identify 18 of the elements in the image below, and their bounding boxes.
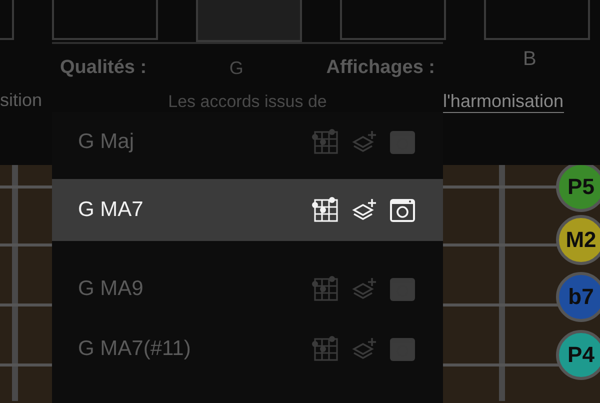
description-text: Les accords issus de (168, 92, 327, 112)
qualities-heading: Qualités : (60, 57, 147, 79)
description-text: sition (0, 90, 42, 111)
note-label: B (523, 48, 536, 71)
chord-tab[interactable] (52, 0, 158, 40)
layers-plus-icon[interactable] (352, 198, 378, 222)
interval-marker: b7 (556, 272, 600, 322)
displays-heading: Affichages : (326, 57, 435, 79)
chord-tab[interactable] (196, 0, 302, 42)
chord-tab[interactable] (484, 0, 590, 40)
interval-marker: P5 (556, 165, 600, 212)
chord-row[interactable]: G MA7 (52, 179, 443, 241)
interval-marker: M2 (556, 215, 600, 265)
interval-marker: P4 (556, 330, 600, 380)
chord-grid-icon[interactable] (312, 197, 340, 223)
harmonisation-link[interactable]: l'harmonisation (443, 91, 564, 113)
chord-tab[interactable] (340, 0, 446, 40)
root-note-label: G (229, 58, 244, 78)
